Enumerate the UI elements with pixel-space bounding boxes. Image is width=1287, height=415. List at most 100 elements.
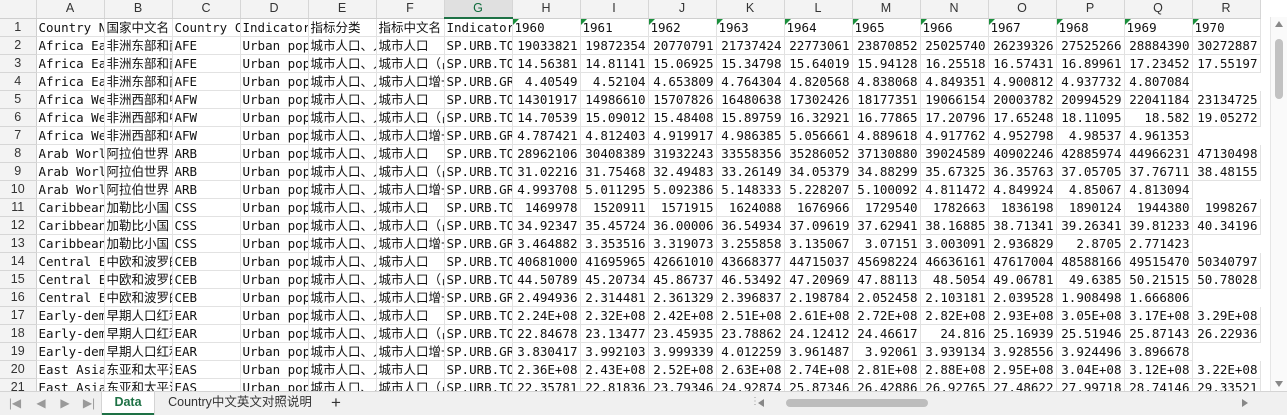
cell[interactable]: Urban population (% of total population) bbox=[240, 270, 309, 289]
cell[interactable]: 1966 bbox=[920, 18, 989, 37]
column-header[interactable]: R bbox=[1192, 0, 1261, 19]
row-header[interactable]: 10 bbox=[0, 180, 37, 199]
cell[interactable]: 50.78028 bbox=[1192, 270, 1261, 289]
cell[interactable]: SP.URB.TOTL.IN.ZS bbox=[444, 324, 513, 343]
cell[interactable]: SP.URB.TOTL.IN.ZS bbox=[444, 270, 513, 289]
cell[interactable]: 1969 bbox=[1124, 18, 1193, 37]
cell[interactable]: 17.55197 bbox=[1192, 54, 1261, 73]
cell[interactable]: 19066154 bbox=[920, 90, 989, 109]
cell[interactable]: 32.49483 bbox=[648, 162, 717, 181]
cell[interactable]: 23.78862 bbox=[716, 324, 785, 343]
row-header[interactable]: 6 bbox=[0, 108, 37, 127]
cell[interactable]: Caribbean small states bbox=[36, 216, 105, 235]
cell[interactable]: 2.63E+08 bbox=[716, 360, 785, 379]
cell[interactable]: 2.52E+08 bbox=[648, 360, 717, 379]
cell[interactable]: 2.936829 bbox=[988, 234, 1057, 253]
column-header[interactable]: H bbox=[512, 0, 581, 19]
cell[interactable]: 1961 bbox=[580, 18, 649, 37]
cell[interactable]: 17.20796 bbox=[920, 108, 989, 127]
cell[interactable]: 2.61E+08 bbox=[784, 306, 853, 325]
cell[interactable]: 15707826 bbox=[648, 90, 717, 109]
cell[interactable]: 1963 bbox=[716, 18, 785, 37]
cell[interactable]: 25.87346 bbox=[784, 378, 853, 391]
cell[interactable]: 50.21515 bbox=[1124, 270, 1193, 289]
cell[interactable]: 加勒比小国 bbox=[104, 216, 173, 235]
cell[interactable]: 36.54934 bbox=[716, 216, 785, 235]
cell[interactable]: Urban population growth (annual %) bbox=[240, 72, 309, 91]
cell[interactable]: 47.88113 bbox=[852, 270, 921, 289]
row-header[interactable]: 12 bbox=[0, 216, 37, 235]
cell[interactable]: 城市人口、人口总数 bbox=[308, 324, 377, 343]
cell[interactable]: Early-demographic dividend bbox=[36, 324, 105, 343]
row-header[interactable]: 14 bbox=[0, 252, 37, 271]
cell[interactable]: 国家中文名 bbox=[104, 18, 173, 37]
cell[interactable]: 4.849351 bbox=[920, 72, 989, 91]
cell[interactable]: SP.URB.GROW bbox=[444, 72, 513, 91]
cell[interactable]: 24.816 bbox=[920, 324, 989, 343]
cell[interactable]: 1836198 bbox=[988, 198, 1057, 217]
cell[interactable]: 14.56381 bbox=[512, 54, 581, 73]
cell[interactable]: 45698224 bbox=[852, 252, 921, 271]
cell[interactable]: 18177351 bbox=[852, 90, 921, 109]
row-header[interactable]: 18 bbox=[0, 324, 37, 343]
cell[interactable]: Country Code bbox=[172, 18, 241, 37]
cell[interactable]: 1962 bbox=[648, 18, 717, 37]
cell[interactable]: 28884390 bbox=[1124, 36, 1193, 55]
cell[interactable]: 42661010 bbox=[648, 252, 717, 271]
horizontal-scrollbar[interactable]: ⋮ bbox=[750, 396, 1248, 409]
cell[interactable]: 4.961353 bbox=[1124, 126, 1193, 145]
cell[interactable]: 37.62941 bbox=[852, 216, 921, 235]
cell[interactable]: 2.81E+08 bbox=[852, 360, 921, 379]
cell[interactable]: SP.URB.GROW bbox=[444, 126, 513, 145]
cell[interactable]: Caribbean small states bbox=[36, 234, 105, 253]
cell[interactable]: 34.05379 bbox=[784, 162, 853, 181]
cell[interactable]: 5.100092 bbox=[852, 180, 921, 199]
cell[interactable]: AFE bbox=[172, 36, 241, 55]
cell[interactable]: SP.URB.TOTL bbox=[444, 252, 513, 271]
cell[interactable]: 3.92061 bbox=[852, 342, 921, 361]
cell[interactable]: 45.86737 bbox=[648, 270, 717, 289]
cell[interactable]: 22.84678 bbox=[512, 324, 581, 343]
cell[interactable]: 36.00006 bbox=[648, 216, 717, 235]
cell[interactable]: 城市人口、人口总数 bbox=[308, 198, 377, 217]
last-sheet-icon[interactable]: ▶| bbox=[82, 396, 96, 410]
cell[interactable]: 20770791 bbox=[648, 36, 717, 55]
cell[interactable]: 4.917762 bbox=[920, 126, 989, 145]
cell[interactable]: 城市人口（占总人口的比例） bbox=[376, 162, 445, 181]
cell[interactable]: 3.135067 bbox=[784, 234, 853, 253]
cell[interactable]: 阿拉伯世界 bbox=[104, 144, 173, 163]
cell[interactable]: 25.51946 bbox=[1056, 324, 1125, 343]
cell[interactable]: 23134725 bbox=[1192, 90, 1261, 109]
cell[interactable]: 48.5054 bbox=[920, 270, 989, 289]
cell[interactable]: 2.93E+08 bbox=[988, 306, 1057, 325]
row-header[interactable]: 4 bbox=[0, 72, 37, 91]
cell[interactable]: 3.464882 bbox=[512, 234, 581, 253]
cell[interactable]: 城市人口增长（年度百分比） bbox=[376, 234, 445, 253]
cell[interactable]: 3.992103 bbox=[580, 342, 649, 361]
cell[interactable]: Urban population growth (annual %) bbox=[240, 234, 309, 253]
cell[interactable]: 39.81233 bbox=[1124, 216, 1193, 235]
cell[interactable]: East Asia & Pacific bbox=[36, 360, 105, 379]
cell[interactable]: Urban population (% of total population) bbox=[240, 108, 309, 127]
cell[interactable]: 城市人口（占总人口的比例） bbox=[376, 216, 445, 235]
cell[interactable]: 25.16939 bbox=[988, 324, 1057, 343]
cell[interactable]: 28962106 bbox=[512, 144, 581, 163]
cell[interactable]: Arab World bbox=[36, 180, 105, 199]
cell[interactable]: EAR bbox=[172, 306, 241, 325]
cell[interactable]: 城市人口 bbox=[376, 252, 445, 271]
row-header[interactable]: 13 bbox=[0, 234, 37, 253]
cell[interactable]: 5.228207 bbox=[784, 180, 853, 199]
cell[interactable]: SP.URB.GROW bbox=[444, 288, 513, 307]
cell[interactable]: 3.999339 bbox=[648, 342, 717, 361]
cell[interactable]: 4.813094 bbox=[1124, 180, 1193, 199]
cell[interactable]: 城市人口、人口总数 bbox=[308, 162, 377, 181]
row-header[interactable]: 15 bbox=[0, 270, 37, 289]
cell[interactable]: 17.65248 bbox=[988, 108, 1057, 127]
first-sheet-icon[interactable]: |◀ bbox=[8, 396, 22, 410]
cell[interactable]: SP.URB.TOTL bbox=[444, 36, 513, 55]
cell[interactable]: 2.72E+08 bbox=[852, 306, 921, 325]
cell[interactable]: 46636161 bbox=[920, 252, 989, 271]
cell[interactable]: 22.35781 bbox=[512, 378, 581, 391]
cell[interactable]: 37.05705 bbox=[1056, 162, 1125, 181]
cell[interactable]: 中欧和波罗的海 bbox=[104, 270, 173, 289]
